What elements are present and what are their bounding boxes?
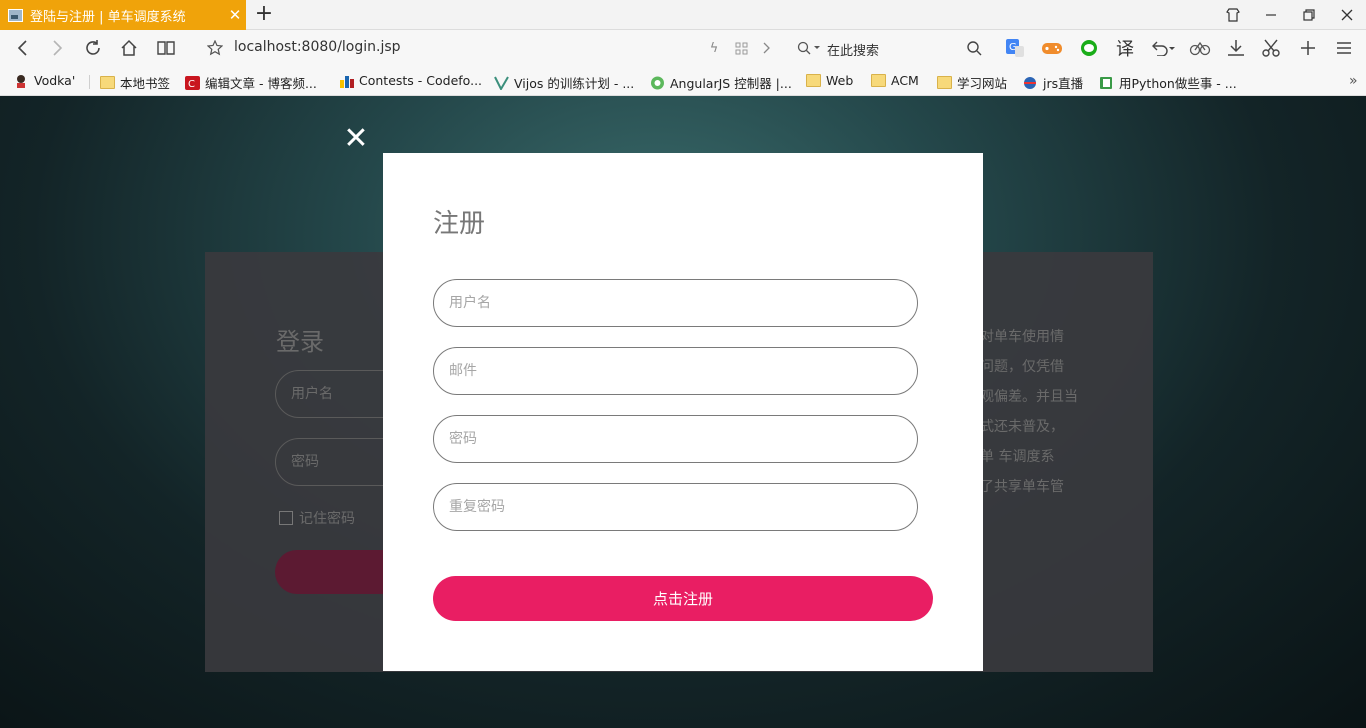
folder-icon — [806, 74, 821, 87]
intro-line: 了共享单车管 — [980, 479, 1064, 495]
register-confirm-password-input[interactable] — [433, 483, 918, 531]
address-bar[interactable]: localhost:8080/login.jsp — [234, 39, 401, 55]
favorite-star-icon[interactable] — [198, 30, 232, 66]
csdn-icon: C — [185, 76, 200, 90]
bookmark-label: 编辑文章 - 博客频... — [205, 76, 317, 91]
search-engine-icon[interactable] — [794, 36, 824, 60]
angular-icon — [650, 76, 665, 90]
intro-text: 对单车使用情 问题，仅凭借 观偏差。并且当 式还未普及， 单 车调度系 了共享单… — [980, 322, 1110, 502]
undo-close-icon[interactable] — [1148, 36, 1178, 60]
register-modal: 注册 点击注册 — [383, 153, 983, 671]
bookmark-label: AngularJS 控制器 |... — [670, 76, 792, 91]
bookmark-label: Web — [826, 73, 854, 88]
folder-icon — [937, 76, 952, 89]
restore-icon[interactable] — [1290, 0, 1328, 30]
remember-label: 记住密码 — [299, 511, 355, 527]
menu-icon[interactable] — [1332, 36, 1356, 60]
qr-code-icon[interactable] — [729, 36, 753, 60]
svg-text:C: C — [188, 79, 195, 90]
bookmark-item[interactable]: Contests - Codefo... — [339, 73, 482, 88]
avatar-icon — [14, 74, 29, 88]
bookmark-item[interactable]: 用Python做些事 - ... — [1099, 73, 1237, 92]
vijos-icon — [494, 76, 509, 92]
page-favicon-icon — [8, 8, 23, 22]
modal-close-icon[interactable]: ✕ — [343, 124, 369, 154]
bookmark-label: 学习网站 — [957, 76, 1008, 91]
bookmarks-overflow-icon[interactable]: » — [1349, 73, 1358, 89]
folder-icon — [100, 76, 115, 89]
register-username-input[interactable] — [433, 279, 918, 327]
bookmark-item[interactable]: AngularJS 控制器 |... — [650, 73, 792, 92]
bookmark-item[interactable]: jrs直播 — [1023, 73, 1083, 92]
close-window-icon[interactable] — [1328, 0, 1366, 30]
bookmark-separator — [89, 75, 90, 89]
register-title: 注册 — [433, 209, 486, 239]
search-icon[interactable] — [962, 36, 986, 60]
forward-icon[interactable] — [40, 30, 74, 66]
tab-close-icon[interactable]: ✕ — [224, 6, 246, 24]
bookmark-label: Vodka' — [34, 73, 76, 88]
wechat-icon[interactable] — [1077, 36, 1101, 60]
bookmark-label: Vijos 的训练计划 - ... — [514, 76, 635, 91]
reading-mode-icon[interactable] — [149, 30, 183, 66]
intro-line: 问题，仅凭借 — [980, 359, 1064, 375]
navigation-bar: localhost:8080/login.jsp ϟ 在此搜索 G 译 — [0, 30, 1366, 66]
intro-line: 对单车使用情 — [980, 329, 1064, 345]
jrs-icon — [1023, 76, 1038, 89]
home-icon[interactable] — [112, 30, 146, 66]
bookmark-item[interactable]: Vijos 的训练计划 - ... — [494, 73, 634, 92]
reload-icon[interactable] — [76, 30, 110, 66]
intro-line: 单 车调度系 — [980, 449, 1055, 465]
add-icon[interactable] — [1296, 36, 1320, 60]
folder-icon — [871, 74, 886, 87]
book-icon — [1099, 76, 1114, 89]
lightning-icon[interactable]: ϟ — [702, 36, 726, 60]
bookmark-label: 用Python做些事 - ... — [1119, 76, 1237, 91]
tab-active[interactable]: 登陆与注册 | 单车调度系统 ✕ — [0, 0, 246, 30]
download-icon[interactable] — [1224, 36, 1248, 60]
bookmarks-bar: Vodka' 本地书签 C 编辑文章 - 博客频... Contests - C… — [0, 66, 1366, 96]
bookmark-label: ACM — [891, 73, 919, 88]
sync-icon[interactable] — [1188, 36, 1212, 60]
translate-app-icon[interactable]: G — [1003, 36, 1027, 60]
intro-line: 式还未普及， — [980, 419, 1064, 435]
cut-icon[interactable] — [1259, 36, 1283, 60]
bookmark-label: Contests - Codefo... — [359, 73, 483, 88]
checkbox-icon — [279, 511, 293, 525]
bookmark-item[interactable]: Web — [806, 73, 853, 88]
codeforces-icon — [339, 74, 354, 88]
bookmark-item[interactable]: C 编辑文章 - 博客频... — [185, 73, 317, 92]
new-tab-button[interactable]: + — [252, 2, 276, 28]
bookmark-item[interactable]: ACM — [871, 73, 919, 88]
register-submit-button[interactable]: 点击注册 — [433, 576, 933, 621]
bookmark-label: 本地书签 — [120, 76, 171, 91]
register-email-input[interactable] — [433, 347, 918, 395]
register-password-input[interactable] — [433, 415, 918, 463]
translate-icon[interactable]: 译 — [1113, 36, 1137, 60]
bookmark-label: jrs直播 — [1043, 76, 1084, 91]
bookmark-item[interactable]: 本地书签 — [100, 73, 170, 92]
login-title: 登录 — [276, 328, 324, 356]
remember-password-checkbox[interactable]: 记住密码 — [279, 508, 355, 528]
game-icon[interactable] — [1040, 36, 1064, 60]
back-icon[interactable] — [6, 30, 40, 66]
bookmark-item[interactable]: 学习网站 — [937, 73, 1007, 92]
minimize-icon[interactable] — [1252, 0, 1290, 30]
tab-title: 登陆与注册 | 单车调度系统 — [30, 9, 186, 25]
search-input[interactable]: 在此搜索 — [827, 40, 879, 59]
bookmark-item[interactable]: Vodka' — [14, 73, 75, 88]
tab-bar: 登陆与注册 | 单车调度系统 ✕ + — [0, 0, 1366, 30]
skin-icon[interactable] — [1214, 0, 1252, 30]
intro-line: 观偏差。并且当 — [980, 389, 1078, 405]
chevron-right-icon[interactable] — [755, 36, 779, 60]
